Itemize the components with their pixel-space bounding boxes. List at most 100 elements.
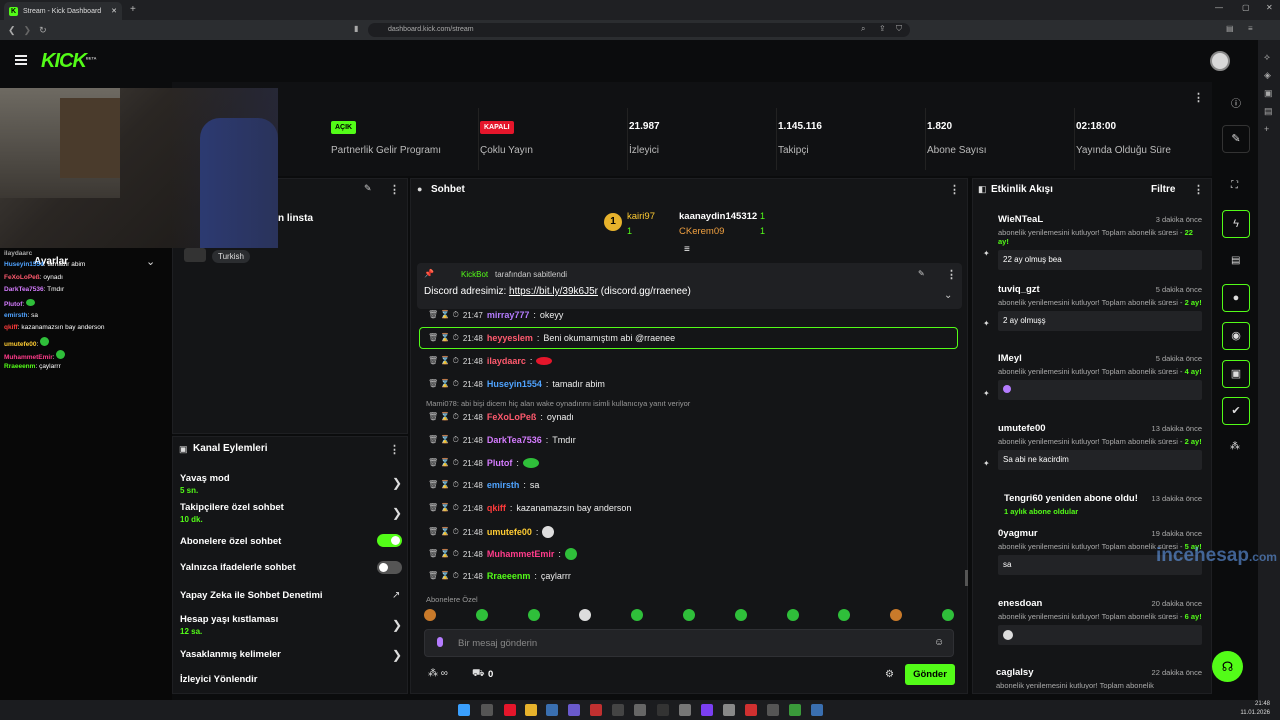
chat-message[interactable]: 🗑 ⌛ ⏱ 21:48 umutefe00: — [428, 526, 555, 538]
chat-settings-icon[interactable]: ⚙ — [885, 669, 894, 680]
reload-icon[interactable]: ↻ — [39, 25, 47, 36]
taskbar-app-icon[interactable] — [612, 704, 624, 716]
quick-actions-button[interactable]: ϟ — [1222, 210, 1250, 238]
chat-message[interactable]: 🗑 ⌛ ⏱ 21:48 heyyeslem: Beni okumamıştım abi… — [428, 333, 675, 343]
chevron-right-icon[interactable]: ❯ — [392, 648, 402, 662]
menu-icon[interactable]: ≡ — [1248, 24, 1253, 33]
forward-icon[interactable]: ❯ — [24, 25, 32, 36]
mod-tools-button[interactable]: ✔ — [1222, 397, 1250, 425]
emote-row[interactable] — [424, 609, 954, 623]
taskbar-app-icon[interactable] — [723, 704, 735, 716]
account-age-item[interactable]: Hesap yaşı kıstlaması 12 sa. — [180, 614, 278, 636]
new-tab-icon[interactable]: + — [130, 4, 136, 15]
taskbar-search-icon[interactable] — [481, 704, 493, 716]
activity-more-icon[interactable]: ⋮ — [1193, 183, 1204, 196]
discord-link[interactable]: https://bit.ly/39k6J5r — [509, 286, 598, 297]
collapse-icon[interactable]: ≡ — [684, 244, 690, 255]
microphone-icon[interactable] — [437, 637, 443, 647]
taskbar-clock[interactable]: 21:48 — [1248, 701, 1270, 707]
subscribers-only-toggle[interactable] — [377, 534, 402, 547]
emote-only-toggle[interactable] — [377, 561, 402, 574]
channel-actions-more-icon[interactable]: ⋮ — [389, 443, 400, 456]
chat-tool-button[interactable]: ● — [1222, 284, 1250, 312]
hamburger-menu-icon[interactable] — [15, 55, 27, 65]
taskbar-app-icon[interactable] — [546, 704, 558, 716]
taskbar-app-icon[interactable] — [504, 704, 516, 716]
top-gifter-name[interactable]: CKerem09 — [679, 226, 724, 237]
chevron-right-icon[interactable]: ❯ — [392, 476, 402, 490]
share-icon[interactable]: ⇪ — [879, 24, 886, 33]
taskbar-app-icon[interactable] — [789, 704, 801, 716]
kick-logo[interactable]: KICKBETA — [41, 50, 96, 73]
chat-message[interactable]: 🗑 ⌛ ⏱ 21:48 MuhammetEmir: — [428, 548, 577, 560]
rank-badge: 1 — [604, 213, 622, 231]
stats-more-icon[interactable]: ⋮ — [1193, 91, 1204, 104]
pinned-more-icon[interactable]: ⋮ — [946, 268, 957, 281]
gift-icon[interactable]: ⛟ — [472, 668, 485, 681]
chat-message[interactable]: 🗑 ⌛ ⏱ 21:48 DarkTea7536: Tmdır — [428, 435, 576, 445]
maximize-icon[interactable]: ▢ — [1242, 3, 1250, 12]
expand-icon[interactable]: ⌄ — [944, 290, 952, 301]
support-icon[interactable]: ☊ — [1212, 651, 1243, 682]
taskbar-app-icon[interactable] — [525, 704, 537, 716]
chevron-down-icon[interactable]: ⌄ — [146, 255, 155, 268]
browser-tab[interactable]: K Stream - Kick Dashboard ✕ — [4, 2, 122, 20]
close-window-icon[interactable]: ✕ — [1266, 3, 1273, 12]
chat-message[interactable]: 🗑 ⌛ ⏱ 21:48 ilaydaarc: — [428, 356, 553, 366]
chat-message[interactable]: 🗑 ⌛ ⏱ 21:48 qkiff: kazanamazsın bay anderso… — [428, 503, 631, 513]
edit-tool-button[interactable]: ✎ — [1222, 125, 1250, 153]
emoji-icon[interactable]: ☺ — [934, 637, 944, 648]
notes-icon[interactable]: ▤ — [1231, 255, 1240, 266]
chat-message[interactable]: 🗑 ⌛ ⏱ 21:48 Rraeeenm: çaylarrr — [428, 571, 571, 581]
windows-start-icon[interactable] — [458, 704, 470, 716]
language-tag[interactable]: Turkish — [212, 250, 250, 263]
taskbar-app-icon[interactable] — [701, 704, 713, 716]
taskbar-app-icon[interactable] — [679, 704, 691, 716]
profile-avatar[interactable] — [1210, 51, 1230, 71]
chat-message[interactable]: 🗑 ⌛ ⏱ 21:48 Huseyin1554: tamadır abim — [428, 379, 605, 389]
url-field[interactable]: dashboard.kick.com/stream — [368, 23, 910, 37]
top-gifter-name[interactable]: kaanaydin145312 — [679, 211, 757, 222]
taskbar-app-icon[interactable] — [568, 704, 580, 716]
banned-words-item[interactable]: Yasaklanmış kelimeler — [180, 649, 281, 660]
bookmark-icon[interactable]: ▮ — [354, 24, 358, 33]
broadcast-tool-button[interactable]: ◉ — [1222, 322, 1250, 350]
info-icon[interactable]: ⓘ — [1231, 95, 1241, 110]
minimize-icon[interactable]: — — [1215, 3, 1223, 12]
taskbar-app-icon[interactable] — [811, 704, 823, 716]
apps-icon[interactable]: ⁂ — [1230, 441, 1240, 452]
chat-scrollbar[interactable] — [965, 570, 968, 586]
followers-only-item[interactable]: Takipçilere özel sohbet 10 dk. — [180, 502, 284, 524]
stream-info-more-icon[interactable]: ⋮ — [389, 183, 400, 196]
chat-message[interactable]: 🗑 ⌛ ⏱ 21:48 Plutof: — [428, 458, 539, 468]
edit-icon[interactable]: ✎ — [364, 183, 372, 194]
unpin-icon[interactable]: ✎ — [918, 269, 925, 278]
back-icon[interactable]: ❮ — [8, 25, 16, 36]
send-button[interactable]: Gönder — [905, 664, 955, 685]
taskbar-app-icon[interactable] — [767, 704, 779, 716]
chat-message[interactable]: 🗑 ⌛ ⏱ 21:47 mirray777: okeyy — [428, 310, 563, 320]
shield-icon[interactable]: ⛉ — [896, 24, 902, 34]
filter-button[interactable]: Filtre — [1151, 184, 1175, 195]
external-link-icon[interactable]: ↗ — [392, 590, 400, 601]
points-icon[interactable]: ⁂ ∞ — [428, 668, 448, 679]
chat-message[interactable]: 🗑 ⌛ ⏱ 21:48 emirsth: sa — [428, 480, 539, 490]
taskbar-app-icon[interactable] — [634, 704, 646, 716]
host-viewers-item[interactable]: İzleyici Yönlendir — [180, 674, 257, 685]
slow-mode-item[interactable]: Yavaş mod 5 sn. — [180, 473, 230, 495]
focus-icon[interactable]: ⛶ — [1231, 180, 1238, 191]
taskbar-app-icon[interactable] — [657, 704, 669, 716]
ai-moderation-item[interactable]: Yapay Zeka ile Sohbet Denetimi — [180, 590, 323, 601]
close-tab-icon[interactable]: ✕ — [111, 7, 117, 15]
chat-message[interactable]: 🗑 ⌛ ⏱ 21:48 FeXoLoPeß: oynadı — [428, 412, 574, 422]
browser-sidebar-icons[interactable]: ⟡ ◈ ▣ ▤ + — [1264, 48, 1273, 138]
sidebar-toggle-icon[interactable]: ▤ — [1226, 24, 1234, 33]
top-gifter-name[interactable]: kairi97 — [627, 211, 655, 222]
taskbar-app-icon[interactable] — [745, 704, 757, 716]
chevron-right-icon[interactable]: ❯ — [392, 506, 402, 520]
channel-actions-tool-button[interactable]: ▣ — [1222, 360, 1250, 388]
chat-more-icon[interactable]: ⋮ — [949, 183, 960, 196]
zoom-icon[interactable]: ⌕ — [861, 24, 865, 34]
taskbar-app-icon[interactable] — [590, 704, 602, 716]
chevron-right-icon[interactable]: ❯ — [392, 618, 402, 632]
